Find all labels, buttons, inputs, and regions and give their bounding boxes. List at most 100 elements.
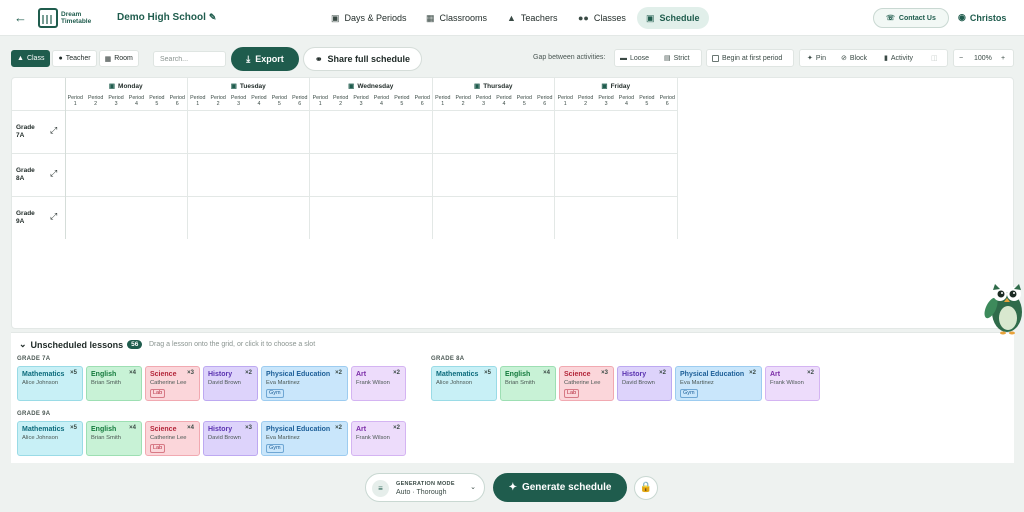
zoom-in-button[interactable]: + — [996, 49, 1010, 67]
day-column-thursday: ▣ Thursday Period 1 Period 2 Period 3 Period 4 Per… — [433, 78, 555, 110]
share-schedule-button[interactable]: ⚭ Share full schedule — [303, 47, 422, 71]
user-menu[interactable]: ◉ Christos — [958, 12, 1006, 23]
period-header: Period 1 — [65, 95, 86, 107]
schedule-cell[interactable] — [187, 110, 310, 153]
loose-button[interactable]: ▬ Loose — [615, 49, 654, 67]
pin-label: Pin — [815, 54, 826, 62]
activity-button[interactable]: ▮ Activity — [879, 49, 918, 67]
lesson-card[interactable]: Art Frank Wilson ×2 — [351, 421, 406, 456]
schedule-cell[interactable] — [65, 196, 188, 239]
view-room-button[interactable]: ▦ Room — [98, 50, 139, 67]
nav-classrooms[interactable]: ▦ Classrooms — [417, 7, 496, 29]
lesson-count: ×3 — [187, 370, 194, 376]
lesson-card[interactable]: Science Catherine Lee ×3 Lab — [559, 366, 614, 401]
class-label-line: 8A — [16, 175, 25, 182]
period-header: Period 3 — [228, 95, 249, 107]
schedule-cell[interactable] — [187, 196, 310, 239]
sliders-icon: ≡ — [372, 480, 389, 497]
view-teacher-button[interactable]: ● Teacher — [52, 50, 97, 67]
expand-icon[interactable]: ⤢ — [50, 125, 57, 136]
lesson-card[interactable]: Physical Education Eva Martinez ×2 Gym — [261, 366, 348, 401]
nav-label: Classrooms — [439, 13, 488, 23]
lesson-card[interactable]: History David Brown ×2 — [203, 366, 258, 401]
pencil-icon[interactable]: ✎ — [209, 12, 217, 22]
period-number: 5 — [522, 101, 526, 107]
checkbox[interactable] — [712, 54, 719, 62]
nav-schedule[interactable]: ▣ Schedule — [637, 7, 709, 29]
period-number: 4 — [257, 101, 261, 107]
schedule-cell[interactable] — [310, 153, 433, 196]
school-name[interactable]: Demo High School ✎ — [117, 12, 216, 23]
lesson-card[interactable]: Art Frank Wilson ×2 — [351, 366, 406, 401]
schedule-cell[interactable] — [310, 196, 433, 239]
pin-button[interactable]: ✦ Pin — [802, 49, 831, 67]
user-name: Christos — [969, 12, 1007, 23]
schedule-cell[interactable] — [187, 153, 310, 196]
room-badge: Lab — [150, 444, 166, 453]
schedule-cell[interactable] — [555, 153, 678, 196]
lesson-card[interactable]: Mathematics Alice Johnson ×5 — [431, 366, 497, 401]
lesson-card[interactable]: Mathematics Alice Johnson ×5 — [17, 366, 83, 401]
schedule-cell[interactable] — [65, 153, 188, 196]
lesson-card[interactable]: English Brian Smith ×4 — [500, 366, 556, 401]
view-class-button[interactable]: ▲ Class — [11, 50, 51, 67]
period-number: 3 — [604, 101, 608, 107]
block-button[interactable]: ⊘ Block — [836, 49, 872, 67]
lesson-card[interactable]: History David Brown ×2 — [617, 366, 672, 401]
lesson-card[interactable]: Mathematics Alice Johnson ×5 — [17, 421, 83, 456]
lesson-card[interactable]: Physical Education Eva Martinez ×2 Gym — [675, 366, 762, 401]
begin-first-period-toggle[interactable]: Begin at first period — [706, 49, 794, 67]
period-number: 1 — [563, 101, 567, 107]
period-number: 2 — [94, 101, 98, 107]
period-header: Period 2 — [208, 95, 229, 107]
lesson-card[interactable]: Physical Education Eva Martinez ×2 Gym — [261, 421, 348, 456]
strict-button[interactable]: ▤ Strict — [659, 49, 695, 67]
class-label: Grade 8A — [16, 167, 35, 183]
day-label: Monday — [118, 83, 143, 90]
expand-icon[interactable]: ⤢ — [50, 168, 57, 179]
export-button[interactable]: ⤓ Export — [231, 47, 299, 71]
schedule-cell[interactable] — [65, 110, 188, 153]
zoom-in-icon: + — [1001, 54, 1006, 62]
lock-icon[interactable]: 🔒 — [634, 476, 658, 500]
lesson-card[interactable]: History David Brown ×3 — [203, 421, 258, 456]
lesson-card[interactable]: English Brian Smith ×4 — [86, 366, 142, 401]
period-header: Period 4 — [249, 95, 270, 107]
schedule-cell[interactable] — [555, 110, 678, 153]
room-badge: Gym — [680, 389, 698, 398]
schedule-cell[interactable] — [432, 196, 555, 239]
generation-mode-select[interactable]: ≡ GENERATION MODE Auto · Thorough ⌄ — [365, 473, 485, 502]
schedule-cell[interactable] — [310, 110, 433, 153]
room-badge: Lab — [564, 389, 580, 398]
nav-days-periods[interactable]: ▣ Days & Periods — [322, 7, 416, 29]
period-header: Period 6 — [167, 95, 188, 107]
expand-icon[interactable]: ⤢ — [50, 211, 57, 222]
search-input[interactable] — [153, 51, 226, 67]
zoom-level: 100% — [969, 49, 997, 67]
contact-us-button[interactable]: ☏ Contact Us — [873, 8, 949, 28]
nav-teachers[interactable]: ▲ Teachers — [498, 7, 566, 29]
class-row-header: Grade 7A ⤢ — [12, 110, 65, 153]
day-header: ▣ Thursday — [433, 82, 555, 90]
lesson-teacher: Brian Smith — [91, 380, 121, 386]
app-logo[interactable]: Dream Timetable — [38, 8, 91, 28]
lesson-card[interactable]: Science Catherine Lee ×3 Lab — [145, 366, 200, 401]
lesson-card[interactable]: Science Catherine Lee ×4 Lab — [145, 421, 200, 456]
unscheduled-hint: Drag a lesson onto the grid, or click it… — [149, 341, 316, 348]
more-button[interactable]: ◫ — [926, 49, 943, 67]
schedule-cell[interactable] — [555, 196, 678, 239]
zoom-out-button[interactable]: − — [954, 49, 968, 67]
view-room-label: Room — [114, 55, 133, 62]
generate-schedule-button[interactable]: ✦ Generate schedule — [493, 473, 627, 502]
unscheduled-header[interactable]: ⌄ Unscheduled lessons 56 — [19, 339, 143, 350]
schedule-cell[interactable] — [432, 153, 555, 196]
day-header: ▣ Monday — [65, 82, 187, 90]
back-arrow-icon[interactable]: ← — [14, 10, 30, 26]
nav-classes[interactable]: ●● Classes — [569, 7, 635, 29]
schedule-cell[interactable] — [432, 110, 555, 153]
class-label-line: 7A — [16, 132, 25, 139]
lesson-card[interactable]: Art Frank Wilson ×2 — [765, 366, 820, 401]
lesson-card[interactable]: English Brian Smith ×4 — [86, 421, 142, 456]
owl-mascot[interactable] — [983, 272, 1024, 338]
period-header: Period 3 — [106, 95, 127, 107]
